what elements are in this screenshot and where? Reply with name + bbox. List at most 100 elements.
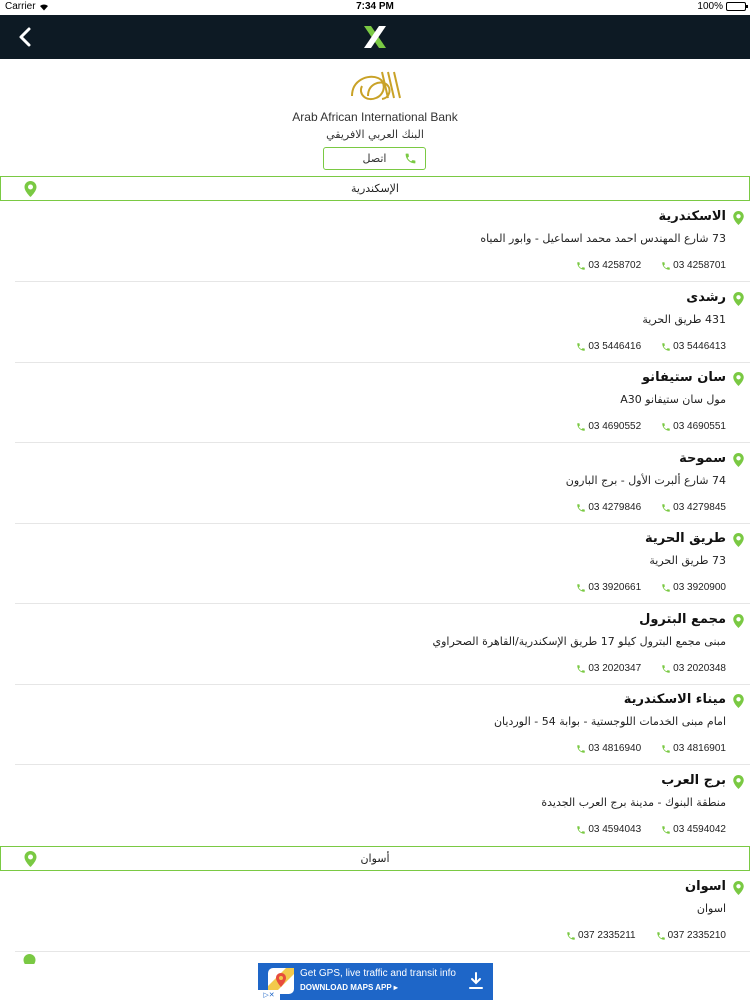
phone-link[interactable]: 03 4690551 bbox=[661, 421, 726, 432]
status-time: 7:34 PM bbox=[356, 1, 394, 12]
branch-address: 74 شارع ألبرت الأول - برج البارون bbox=[565, 474, 726, 487]
branch-item[interactable]: ميناء الاسكندرية امام مبنى الخدمات اللوج… bbox=[15, 685, 750, 765]
phone-number: 03 3920661 bbox=[588, 582, 642, 593]
phone-link[interactable]: 03 4816940 bbox=[576, 743, 641, 754]
phone-number: 03 4690552 bbox=[588, 421, 642, 432]
phone-number: 03 4594043 bbox=[588, 824, 642, 835]
bank-name-en: Arab African International Bank bbox=[292, 110, 458, 124]
branch-name: اسوان bbox=[685, 879, 726, 894]
phone-number: 03 4816940 bbox=[588, 743, 642, 754]
phone-icon bbox=[577, 503, 586, 512]
back-button[interactable] bbox=[12, 23, 40, 51]
branch-name: سان ستيفانو bbox=[642, 370, 726, 385]
phone-number: 037 2335210 bbox=[667, 930, 726, 941]
map-pin-icon bbox=[23, 954, 36, 964]
branch-item[interactable]: اسوان اسوان 037 2335210 037 2335211 bbox=[15, 872, 750, 952]
branch-phones: 037 2335210 037 2335211 bbox=[566, 930, 726, 941]
branch-address: منطقة البنوك - مدينة برج العرب الجديدة bbox=[541, 796, 726, 809]
branch-phones: 03 4258701 03 4258702 bbox=[576, 260, 726, 271]
branch-phones: 03 4690551 03 4690552 bbox=[576, 421, 726, 432]
phone-icon bbox=[567, 931, 575, 940]
branch-item[interactable]: برج العرب منطقة البنوك - مدينة برج العرب… bbox=[15, 766, 750, 846]
branch-phones: 03 5446413 03 5446416 bbox=[576, 341, 726, 352]
map-pin-icon bbox=[733, 211, 744, 225]
phone-icon bbox=[662, 664, 670, 673]
phone-icon bbox=[577, 583, 586, 592]
map-pin-icon bbox=[733, 533, 744, 547]
branch-phones: 03 3920900 03 3920661 bbox=[576, 582, 726, 593]
phone-link[interactable]: 03 4594042 bbox=[661, 824, 726, 835]
phone-number: 03 4594042 bbox=[673, 824, 726, 835]
phone-link[interactable]: 03 4594043 bbox=[576, 824, 641, 835]
phone-icon bbox=[662, 261, 670, 270]
phone-link[interactable]: 03 3920900 bbox=[661, 582, 726, 593]
branch-address: 431 طريق الحرية bbox=[642, 313, 726, 326]
download-icon[interactable] bbox=[469, 972, 483, 990]
branch-phones: 03 4279845 03 4279846 bbox=[576, 502, 726, 513]
phone-icon bbox=[577, 261, 586, 270]
app-logo-icon bbox=[364, 26, 386, 48]
phone-icon bbox=[656, 931, 665, 940]
branch-item[interactable]: مجمع البترول مبنى مجمع البترول كيلو 17 ط… bbox=[15, 605, 750, 685]
phone-link[interactable]: 03 5446413 bbox=[661, 341, 726, 352]
battery-icon bbox=[726, 2, 748, 11]
branch-item[interactable]: سموحة 74 شارع ألبرت الأول - برج البارون … bbox=[15, 444, 750, 524]
phone-icon bbox=[662, 342, 670, 351]
map-pin-icon bbox=[733, 614, 744, 628]
branch-item[interactable]: رشدى 431 طريق الحرية 03 5446413 03 54464… bbox=[15, 283, 750, 363]
phone-link[interactable]: 037 2335211 bbox=[566, 930, 636, 941]
phone-link[interactable]: 03 4690552 bbox=[576, 421, 641, 432]
branch-item[interactable]: طريق الحرية 73 طريق الحرية 03 3920900 03… bbox=[15, 524, 750, 604]
phone-icon bbox=[577, 422, 586, 431]
ad-title: Get GPS, live traffic and transit info bbox=[300, 968, 456, 979]
battery-label: 100% bbox=[697, 1, 723, 12]
map-pin-icon bbox=[733, 453, 744, 467]
bank-name-ar: البنك العربي الافريقي bbox=[326, 128, 424, 141]
section-header-alexandria[interactable]: الإسكندرية bbox=[0, 176, 750, 201]
branch-name: الاسكندرية bbox=[658, 209, 726, 224]
ad-banner[interactable]: Get GPS, live traffic and transit info D… bbox=[258, 963, 493, 1000]
phone-link[interactable]: 03 4258701 bbox=[661, 260, 726, 271]
phone-link[interactable]: 03 4816901 bbox=[661, 743, 726, 754]
chevron-left-icon bbox=[19, 27, 31, 47]
map-pin-icon bbox=[733, 775, 744, 789]
phone-number: 03 2020348 bbox=[673, 663, 726, 674]
phone-icon bbox=[577, 342, 586, 351]
phone-link[interactable]: 037 2335210 bbox=[656, 930, 726, 941]
phone-link[interactable]: 03 4279845 bbox=[661, 502, 726, 513]
branch-address: اسوان bbox=[696, 902, 726, 915]
phone-link[interactable]: 03 3920661 bbox=[576, 582, 641, 593]
branch-address: مول سان ستيفانو A30 bbox=[620, 393, 726, 406]
phone-link[interactable]: 03 2020347 bbox=[576, 663, 641, 674]
call-button[interactable]: اتصل bbox=[323, 147, 426, 170]
map-pin-icon bbox=[733, 694, 744, 708]
phone-link[interactable]: 03 5446416 bbox=[576, 341, 641, 352]
phone-number: 03 4279846 bbox=[588, 502, 642, 513]
ad-choices-icon[interactable]: ▷✕ bbox=[258, 990, 280, 1000]
branch-name: طريق الحرية bbox=[644, 531, 726, 546]
battery-indicator: 100% bbox=[697, 1, 748, 12]
branch-address: 73 شارع المهندس احمد محمد اسماعيل - وابو… bbox=[480, 232, 726, 245]
phone-icon bbox=[577, 664, 586, 673]
map-pin-icon bbox=[24, 181, 37, 197]
phone-icon bbox=[405, 153, 416, 164]
branch-item[interactable]: سان ستيفانو مول سان ستيفانو A30 03 46905… bbox=[15, 363, 750, 443]
phone-link[interactable]: 03 4279846 bbox=[576, 502, 641, 513]
phone-link[interactable]: 03 4258702 bbox=[576, 260, 641, 271]
branch-address: امام مبنى الخدمات اللوجستية - بوابة 54 -… bbox=[493, 715, 726, 728]
phone-icon bbox=[662, 583, 670, 592]
map-pin-icon bbox=[733, 372, 744, 386]
map-pin-icon bbox=[733, 292, 744, 306]
phone-link[interactable]: 03 2020348 bbox=[661, 663, 726, 674]
phone-number: 03 4690551 bbox=[673, 421, 726, 432]
phone-number: 03 4816901 bbox=[673, 743, 726, 754]
section-header-aswan[interactable]: أسوان bbox=[0, 846, 750, 871]
phone-icon bbox=[662, 503, 670, 512]
phone-number: 037 2335211 bbox=[577, 930, 636, 941]
branch-item[interactable]: الاسكندرية 73 شارع المهندس احمد محمد اسم… bbox=[15, 202, 750, 282]
phone-icon bbox=[577, 825, 586, 834]
map-pin-icon bbox=[733, 881, 744, 895]
phone-number: 03 3920900 bbox=[673, 582, 726, 593]
phone-icon bbox=[662, 422, 670, 431]
map-pin-icon bbox=[24, 851, 37, 867]
